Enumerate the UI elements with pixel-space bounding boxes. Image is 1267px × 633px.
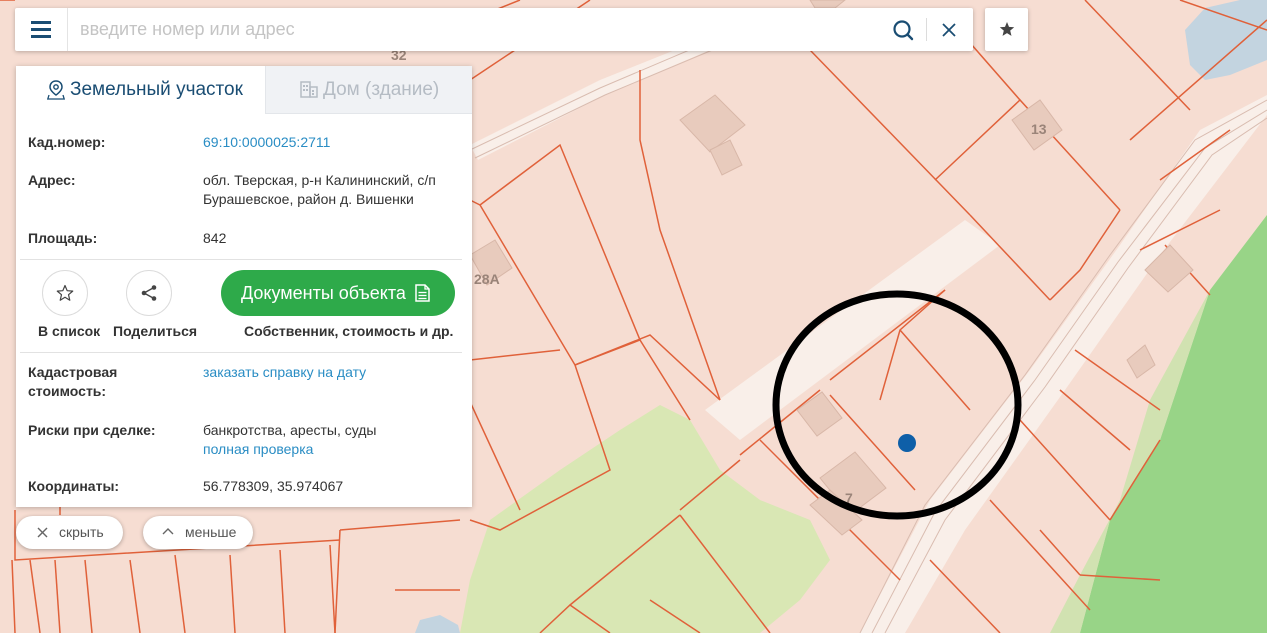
cadastral-cost-label-line-1: Кадастровая (28, 364, 118, 380)
building-icon (300, 81, 318, 98)
address-label: Адрес: (28, 172, 76, 188)
object-documents-button[interactable]: Документы объекта (221, 270, 455, 316)
tab-land-label: Земельный участок (70, 79, 243, 100)
star-icon (999, 22, 1015, 36)
cadastral-cost-label-line-2: стоимость: (28, 383, 107, 399)
share-label: Поделиться (113, 323, 198, 339)
map-label: 13 (1031, 121, 1047, 137)
cadastral-number-label: Кад.номер: (28, 134, 106, 150)
share-icon (141, 285, 157, 301)
document-icon (415, 284, 430, 302)
hide-panel-button[interactable]: скрыть (16, 516, 123, 549)
cadastral-number-value[interactable]: 69:10:0000025:2711 (203, 133, 463, 152)
map-label: 28А (474, 271, 500, 287)
tab-building[interactable]: Дом (здание) (265, 66, 472, 114)
favorites-button[interactable] (985, 8, 1028, 51)
menu-icon (31, 21, 51, 38)
object-documents-label: Документы объекта (241, 283, 406, 303)
area-label: Площадь: (28, 230, 98, 246)
close-icon (942, 23, 956, 37)
search-separator (926, 18, 927, 41)
add-to-list-label: В список (38, 323, 101, 339)
hide-panel-label: скрыть (59, 524, 104, 540)
show-less-button[interactable]: меньше (143, 516, 253, 549)
show-less-label: меньше (185, 524, 237, 540)
transaction-risks-label: Риски при сделке: (28, 422, 156, 438)
divider (20, 352, 462, 353)
object-documents-subtitle: Собственник, стоимость и др. (244, 323, 454, 339)
search-button[interactable] (891, 18, 915, 42)
add-to-list-button[interactable] (42, 270, 88, 316)
coordinates-label: Координаты: (28, 478, 120, 494)
search-icon (893, 20, 914, 41)
object-info-panel: Земельный участок Дом (здание) Кад.номер… (16, 66, 472, 507)
share-button[interactable] (126, 270, 172, 316)
star-outline-icon (56, 284, 74, 301)
divider (20, 259, 462, 260)
map-pin-icon (47, 80, 65, 100)
chevron-up-icon (162, 528, 174, 535)
location-marker[interactable] (898, 434, 916, 452)
address-line-1: обл. Тверская, р-н Калининский, с/п (203, 172, 436, 188)
close-icon (37, 527, 48, 538)
area-value: 842 (203, 230, 227, 246)
transaction-risks-value: банкротства, аресты, суды (203, 422, 377, 438)
search-bar (15, 8, 973, 51)
address-line-2: Бурашевское, район д. Вишенки (203, 191, 414, 207)
clear-button[interactable] (937, 18, 961, 42)
full-check-link[interactable]: полная проверка (203, 440, 463, 459)
tab-building-label: Дом (здание) (323, 79, 440, 100)
menu-button[interactable] (15, 8, 68, 51)
search-input[interactable] (68, 8, 840, 51)
coordinates-value: 56.778309, 35.974067 (203, 478, 344, 494)
tab-land-plot[interactable]: Земельный участок (16, 66, 265, 114)
order-certificate-link[interactable]: заказать справку на дату (203, 363, 463, 382)
